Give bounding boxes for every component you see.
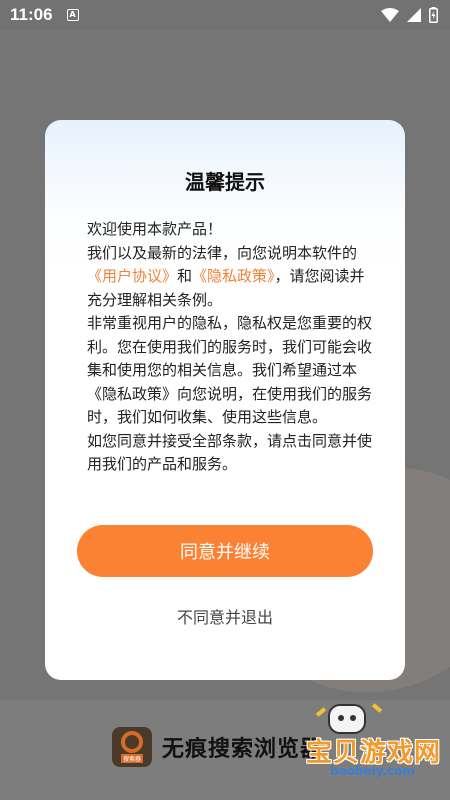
- status-icons: [381, 7, 438, 23]
- mascot-icon: [328, 704, 366, 734]
- privacy-dialog: 温馨提示 欢迎使用本款产品！ 我们以及最新的法律，向您说明本软件的《用户协议》和…: [45, 120, 405, 680]
- background-app-brand: 搜索器 无痕搜索浏览器: [112, 727, 323, 767]
- watermark-url: baobeiy.com: [330, 764, 415, 778]
- privacy-paragraph: 非常重视用户的隐私，隐私权是您重要的权利。您在使用我们的服务时，我们可能会收集和…: [87, 314, 373, 426]
- disagree-button[interactable]: 不同意并退出: [45, 604, 405, 628]
- app-name: 无痕搜索浏览器: [162, 737, 324, 762]
- app-logo-icon: 搜索器: [112, 727, 152, 767]
- status-time: 11:06: [10, 5, 53, 24]
- and-text: 和: [177, 267, 193, 285]
- consent-paragraph: 如您同意并接受全部条款，请点击同意并使用我们的产品和服务。: [87, 431, 373, 474]
- dialog-title: 温馨提示: [185, 170, 265, 194]
- wifi-icon: [381, 8, 399, 22]
- cellular-signal-icon: [407, 8, 421, 22]
- agreement-paragraph: 我们以及最新的法律，向您说明本软件的《用户协议》和《隐私政策》，请您阅读并充分理…: [87, 242, 379, 313]
- notification-icon: A: [66, 9, 79, 21]
- watermark: 宝贝游戏网 baobeiy.com: [300, 700, 450, 790]
- dialog-body: 欢迎使用本款产品！ 我们以及最新的法律，向您说明本软件的《用户协议》和《隐私政策…: [87, 218, 379, 477]
- agreement-paragraph-prefix: 我们以及最新的法律，向您说明本软件的: [87, 243, 358, 262]
- app-logo-tag: 搜索器: [120, 754, 143, 763]
- privacy-policy-link[interactable]: 《隐私政策》: [192, 267, 275, 285]
- agree-button[interactable]: 同意并继续: [77, 525, 373, 577]
- status-bar: 11:06 A: [0, 0, 450, 30]
- battery-icon: [429, 7, 438, 23]
- user-agreement-link[interactable]: 《用户协议》: [87, 267, 177, 285]
- welcome-text: 欢迎使用本款产品！: [87, 220, 223, 238]
